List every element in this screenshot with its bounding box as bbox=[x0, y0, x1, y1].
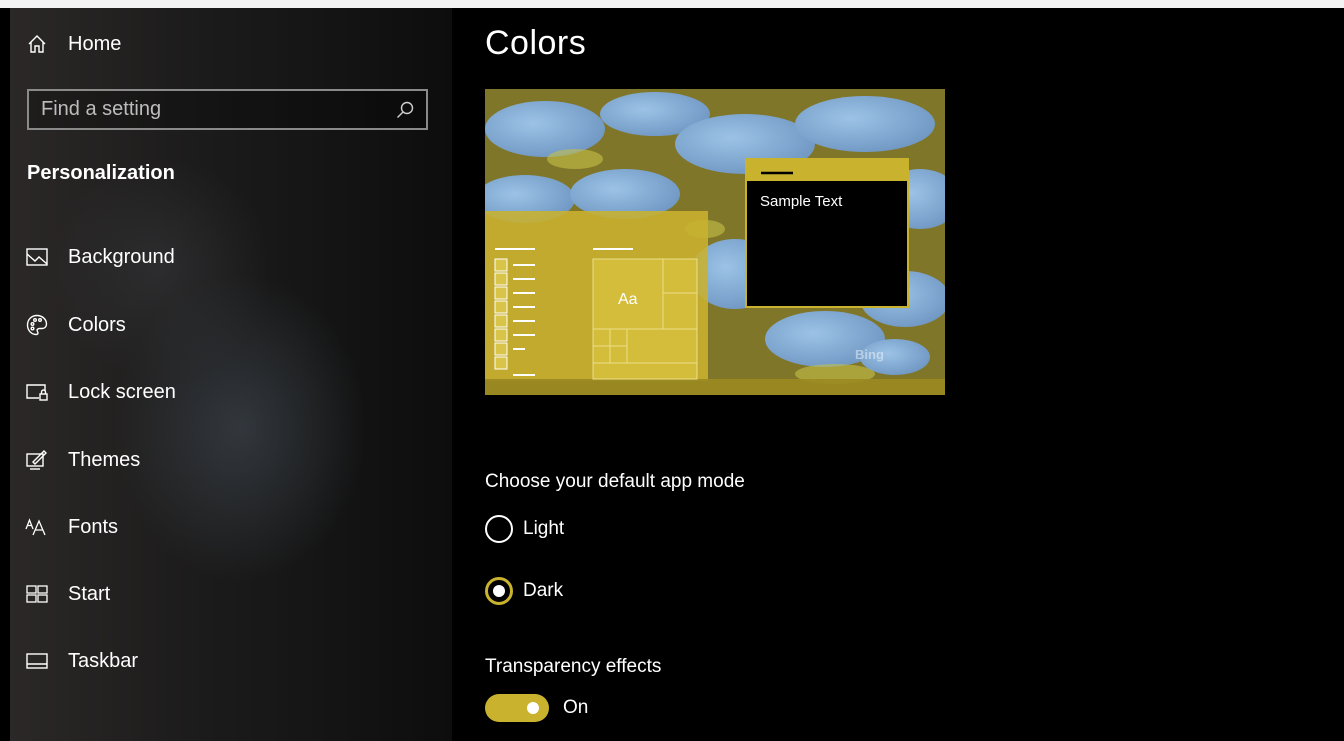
preview-sample-text: Sample Text bbox=[760, 193, 843, 210]
nav-background[interactable]: Background bbox=[10, 237, 450, 277]
toggle-knob bbox=[527, 702, 539, 714]
nav-themes-label: Themes bbox=[68, 448, 141, 471]
radio-dark-circle[interactable] bbox=[485, 577, 513, 605]
nav-lock-screen[interactable]: Lock screen bbox=[10, 372, 450, 412]
search-box[interactable] bbox=[27, 89, 428, 130]
main-content: Colors Aa Sample Text Bing Choose your d… bbox=[452, 8, 1344, 741]
picture-icon bbox=[24, 246, 50, 268]
search-icon[interactable] bbox=[392, 97, 418, 123]
nav-fonts[interactable]: Fonts bbox=[10, 507, 450, 547]
taskbar-icon bbox=[24, 650, 50, 672]
nav-home[interactable]: Home bbox=[10, 24, 450, 64]
palette-icon bbox=[24, 314, 50, 336]
radio-dark[interactable]: Dark bbox=[485, 577, 563, 605]
nav-lock-screen-label: Lock screen bbox=[68, 380, 176, 403]
transparency-toggle[interactable] bbox=[485, 694, 549, 722]
radio-selected-dot bbox=[493, 585, 505, 597]
sidebar: Home Personalization Background Colors bbox=[10, 8, 452, 741]
nav-colors-label: Colors bbox=[68, 313, 126, 336]
transparency-state-label: On bbox=[563, 697, 589, 718]
nav-home-label: Home bbox=[68, 32, 122, 55]
radio-dark-label: Dark bbox=[523, 580, 564, 601]
bing-watermark: Bing bbox=[855, 347, 884, 362]
radio-light-circle[interactable] bbox=[485, 515, 513, 543]
fonts-icon bbox=[24, 516, 50, 538]
color-preview: Aa Sample Text Bing bbox=[485, 89, 945, 395]
app-mode-heading: Choose your default app mode bbox=[485, 471, 745, 492]
transparency-toggle-row: On bbox=[485, 694, 588, 722]
home-icon bbox=[24, 33, 50, 55]
radio-light[interactable]: Light bbox=[485, 515, 564, 543]
nav-background-label: Background bbox=[68, 245, 175, 268]
transparency-heading: Transparency effects bbox=[485, 656, 662, 677]
page-title: Colors bbox=[485, 24, 587, 62]
nav-themes[interactable]: Themes bbox=[10, 440, 450, 480]
lock-screen-icon bbox=[24, 381, 50, 403]
nav-colors[interactable]: Colors bbox=[10, 305, 450, 345]
themes-icon bbox=[24, 449, 50, 471]
nav-start[interactable]: Start bbox=[10, 574, 450, 614]
nav-taskbar[interactable]: Taskbar bbox=[10, 641, 450, 681]
nav-start-label: Start bbox=[68, 582, 111, 605]
search-input[interactable] bbox=[29, 91, 392, 128]
preview-tile-text: Aa bbox=[618, 291, 638, 308]
section-title: Personalization bbox=[27, 162, 175, 184]
start-icon bbox=[24, 583, 50, 605]
nav-taskbar-label: Taskbar bbox=[68, 649, 139, 672]
nav-fonts-label: Fonts bbox=[68, 515, 119, 538]
window-top-strip bbox=[0, 0, 1344, 8]
preview-image: Aa Sample Text Bing bbox=[485, 89, 945, 395]
radio-light-label: Light bbox=[523, 518, 565, 539]
